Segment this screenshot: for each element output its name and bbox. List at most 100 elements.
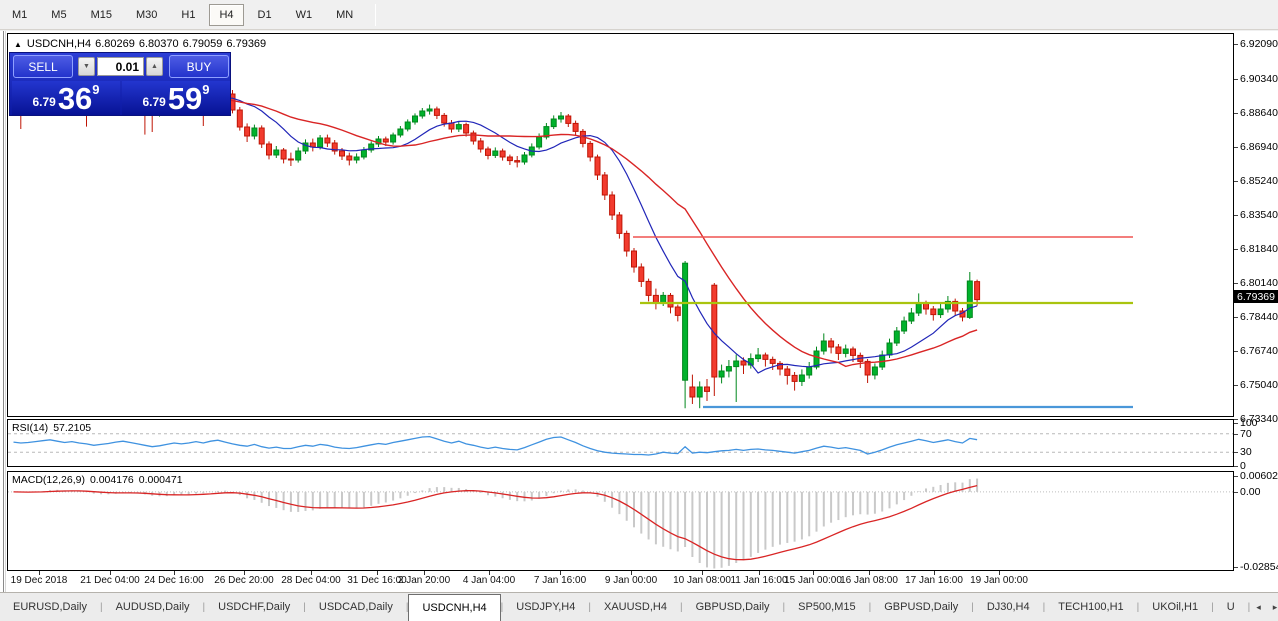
buy-button[interactable]: BUY <box>169 55 229 78</box>
axis-tick <box>1234 215 1238 216</box>
timeframe-button-d1[interactable]: D1 <box>248 4 282 26</box>
tab-eurusd-daily[interactable]: EURUSD,Daily <box>0 593 100 621</box>
tab-gbpusd-daily[interactable]: GBPUSD,Daily <box>871 593 971 621</box>
axis-tick <box>1234 147 1238 148</box>
axis-tick <box>1234 423 1238 424</box>
chart-tab-bar: EURUSD,Daily|AUDUSD,Daily|USDCHF,Daily|U… <box>0 592 1278 621</box>
macd-name: MACD(12,26,9) <box>12 474 85 486</box>
macd-label: MACD(12,26,9) 0.004176 0.000471 <box>12 474 188 486</box>
ohlc-high: 6.80370 <box>139 38 179 50</box>
tab-tech100-h1[interactable]: TECH100,H1 <box>1045 593 1136 621</box>
toolbar-separator <box>375 4 376 26</box>
axis-tick-label: 6.76740 <box>1240 345 1278 357</box>
axis-tick <box>1234 283 1238 284</box>
axis-tick-label: 6.85240 <box>1240 175 1278 187</box>
timeframe-button-m5[interactable]: M5 <box>41 4 76 26</box>
time-axis-label: 7 Jan 16:00 <box>520 575 600 586</box>
rsi-indicator-panel: RSI(14) 57.2105 <box>7 419 1234 467</box>
ohlc-open: 6.80269 <box>95 38 135 50</box>
buy-quote[interactable]: 6.79 59 9 <box>122 81 230 115</box>
time-axis-label: 19 Jan 00:00 <box>959 575 1039 586</box>
axis-tick-label: 6.88640 <box>1240 107 1278 119</box>
axis-tick <box>1234 452 1238 453</box>
tab-xauusd-h4[interactable]: XAUUSD,H4 <box>591 593 680 621</box>
axis-tick <box>1234 385 1238 386</box>
time-axis-label: 24 Dec 16:00 <box>134 575 214 586</box>
buy-price-big: 59 <box>168 86 202 112</box>
tab-gbpusd-daily[interactable]: GBPUSD,Daily <box>683 593 783 621</box>
rsi-label: RSI(14) 57.2105 <box>12 422 96 434</box>
timeframe-button-mn[interactable]: MN <box>326 4 363 26</box>
volume-increase-icon[interactable]: ▲ <box>146 57 163 76</box>
time-axis-label: 19 Dec 2018 <box>0 575 79 586</box>
axis-tick <box>1234 317 1238 318</box>
axis-tick <box>1234 466 1238 467</box>
axis-tick-label: 6.86940 <box>1240 141 1278 153</box>
sell-quote[interactable]: 6.79 36 9 <box>12 81 120 115</box>
chart-symbol-period: USDCNH,H4 <box>27 38 91 50</box>
timeframe-button-h4[interactable]: H4 <box>209 4 243 26</box>
rsi-value: 57.2105 <box>53 422 91 434</box>
tab-u[interactable]: U <box>1214 593 1248 621</box>
axis-tick-label: 6.81840 <box>1240 243 1278 255</box>
macd-canvas <box>8 472 1233 570</box>
axis-tick-label: 6.80140 <box>1240 277 1278 289</box>
axis-tick-label: 0.006024 <box>1240 470 1278 482</box>
volume-decrease-icon[interactable]: ▼ <box>78 57 95 76</box>
volume-input[interactable]: 0.01 <box>97 57 144 76</box>
macd-value1: 0.004176 <box>90 474 134 486</box>
tab-usdcnh-h4[interactable]: USDCNH,H4 <box>408 594 500 621</box>
axis-tick <box>1234 351 1238 352</box>
chart-client-area: ▲USDCNH,H46.802696.803706.790596.79369 S… <box>0 31 1278 592</box>
trade-controls-row: SELL ▼ 0.01 ▲ BUY <box>10 53 230 80</box>
mt4-window: M1M5M15M30H1H4D1W1MN ▲ USDCNH,H4 6.80269 6.… <box>0 0 1278 621</box>
axis-tick-label: 6.75040 <box>1240 379 1278 391</box>
tab-usdchf-daily[interactable]: USDCHF,Daily <box>205 593 303 621</box>
ohlc-low: 6.79059 <box>183 38 223 50</box>
chart-header: ▲USDCNH,H46.802696.803706.790596.79369 <box>14 38 270 50</box>
axis-tick <box>1234 476 1238 477</box>
axis-tick <box>1234 419 1238 420</box>
tab-scroll-right-icon[interactable]: ▸ <box>1267 593 1278 621</box>
one-click-trading-widget: SELL ▼ 0.01 ▲ BUY 6.79 36 9 6.79 59 9 <box>9 52 231 116</box>
axis-tick-label: 30 <box>1240 446 1252 458</box>
timeframe-button-m1[interactable]: M1 <box>2 4 37 26</box>
price-axis-column: 6.79369 6.920906.903406.886406.869406.85… <box>1234 31 1278 592</box>
window-left-edge-highlight <box>5 31 6 592</box>
price-chart-panel: ▲ USDCNH,H4 6.80269 6.80370 6.79059 6.7936 9 S… <box>7 33 1234 417</box>
axis-tick-label: 0.00 <box>1240 486 1260 498</box>
timeframe-toolbar: M1M5M15M30H1H4D1W1MN <box>0 0 1278 30</box>
window-left-edge <box>3 31 4 592</box>
axis-tick <box>1234 434 1238 435</box>
tab-usdcad-daily[interactable]: USDCAD,Daily <box>306 593 406 621</box>
tab-sp500-m15[interactable]: SP500,M15 <box>785 593 868 621</box>
buy-price-sup: 9 <box>202 82 209 97</box>
axis-tick <box>1234 44 1238 45</box>
sell-price-big: 36 <box>58 86 92 112</box>
axis-tick <box>1234 79 1238 80</box>
time-axis: 19 Dec 201821 Dec 04:0024 Dec 16:0026 De… <box>7 572 1234 592</box>
time-axis-label: 9 Jan 00:00 <box>591 575 671 586</box>
tab-scroll-left-icon[interactable]: ◂ <box>1250 593 1267 621</box>
timeframe-button-w1[interactable]: W1 <box>286 4 323 26</box>
axis-tick <box>1234 113 1238 114</box>
sell-button[interactable]: SELL <box>13 55 73 78</box>
timeframe-button-h1[interactable]: H1 <box>171 4 205 26</box>
current-price-badge: 6.79369 <box>1234 290 1278 303</box>
up-triangle-icon: ▲ <box>14 40 22 49</box>
tab-audusd-daily[interactable]: AUDUSD,Daily <box>103 593 203 621</box>
time-axis-label: 4 Jan 04:00 <box>449 575 529 586</box>
axis-tick <box>1234 249 1238 250</box>
macd-value2: 0.000471 <box>139 474 183 486</box>
rsi-name: RSI(14) <box>12 422 48 434</box>
axis-tick <box>1234 567 1238 568</box>
axis-tick-label: 6.78440 <box>1240 311 1278 323</box>
axis-tick-label: -0.028549 <box>1240 561 1278 573</box>
tab-dj30-h4[interactable]: DJ30,H4 <box>974 593 1043 621</box>
tab-usdjpy-h4[interactable]: USDJPY,H4 <box>503 593 588 621</box>
timeframe-button-m15[interactable]: M15 <box>81 4 122 26</box>
timeframe-button-m30[interactable]: M30 <box>126 4 167 26</box>
axis-tick-label: 70 <box>1240 428 1252 440</box>
sell-price-small: 6.79 <box>32 95 55 109</box>
tab-ukoil-h1[interactable]: UKOil,H1 <box>1139 593 1211 621</box>
